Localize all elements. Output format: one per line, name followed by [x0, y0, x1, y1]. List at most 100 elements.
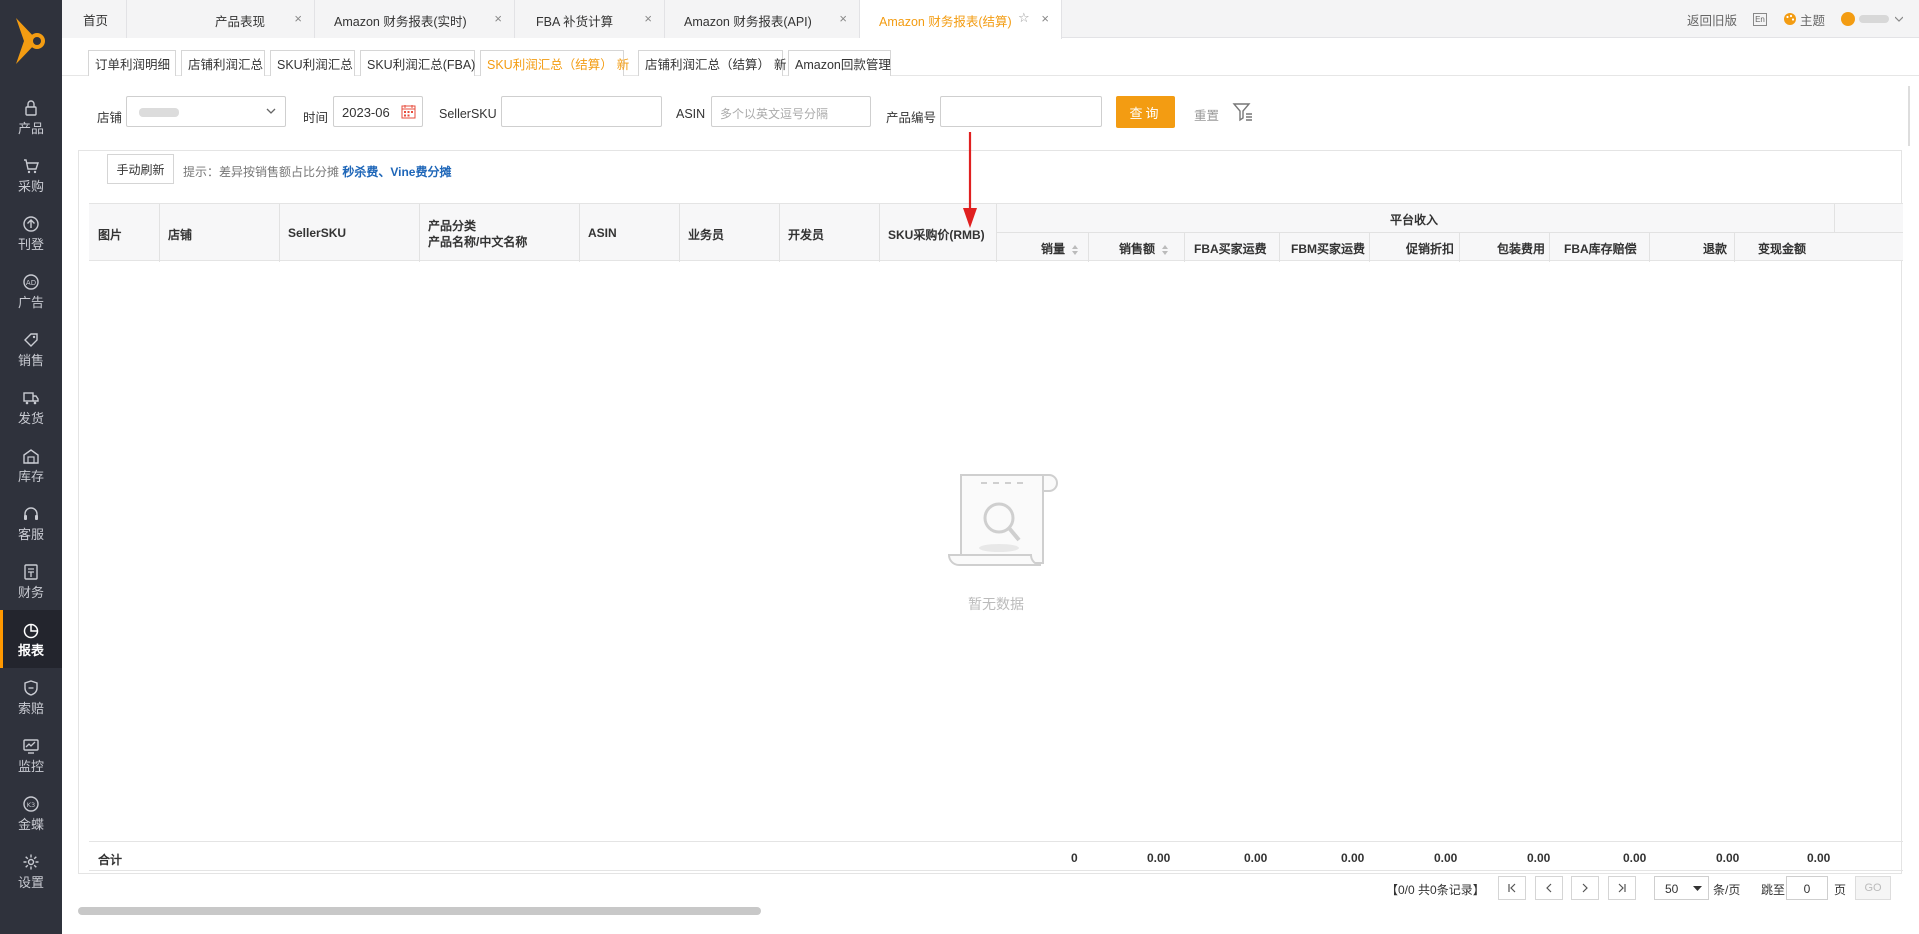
filter-settings-icon[interactable]: [1232, 101, 1254, 123]
sellersku-input[interactable]: [501, 96, 662, 127]
sidebar-item-claims[interactable]: 索赔: [0, 668, 62, 726]
next-page-button[interactable]: [1571, 876, 1599, 900]
sidebar-item-label: 广告: [17, 294, 44, 310]
sidebar-item-sales[interactable]: 销售: [0, 320, 62, 378]
sidebar-item-ads[interactable]: AD 广告: [0, 262, 62, 320]
store-value-redacted: [139, 108, 179, 117]
sidebar-item-shipping[interactable]: 发货: [0, 378, 62, 436]
store-select[interactable]: [126, 96, 286, 127]
reset-button[interactable]: 重置: [1194, 105, 1219, 124]
lock-icon: [22, 99, 40, 117]
subtab-label: 店铺利润汇总（结算）: [645, 58, 771, 72]
upload-icon: [22, 215, 40, 233]
tab-fba-replenishment[interactable]: FBA 补货计算 ×: [515, 0, 665, 38]
tip-highlight-link[interactable]: 秒杀费、Vine费分摊: [342, 165, 451, 179]
col-platform-income: 平台收入: [1390, 213, 1439, 227]
close-icon[interactable]: ×: [494, 12, 502, 26]
col-sales-amount[interactable]: 销售额: [1119, 240, 1169, 257]
col-fba-inventory-comp: FBA库存赔偿: [1564, 242, 1637, 256]
subtab-sku-profit-summary-fba[interactable]: SKU利润汇总(FBA): [360, 50, 475, 76]
col-sales-qty[interactable]: 销量: [1041, 240, 1079, 257]
chevron-down-icon: [1895, 16, 1903, 22]
close-icon[interactable]: ×: [644, 12, 652, 26]
first-page-button[interactable]: [1498, 876, 1526, 900]
last-page-button[interactable]: [1608, 876, 1636, 900]
col-packaging-fee: 包装费用: [1497, 242, 1546, 256]
sellersku-label: SellerSKU: [439, 107, 497, 121]
total-packaging-fee: 0.00: [1527, 851, 1551, 865]
truck-icon: [22, 389, 40, 407]
calendar-icon: [401, 105, 416, 119]
old-version-link[interactable]: 返回旧版: [1687, 10, 1737, 29]
sidebar-item-finance[interactable]: 财务: [0, 552, 62, 610]
asin-input[interactable]: 多个以英文逗号分隔: [711, 96, 871, 127]
user-menu[interactable]: [1841, 12, 1903, 26]
tab-amazon-finance-realtime[interactable]: Amazon 财务报表(实时) ×: [315, 0, 515, 38]
total-sales-amount: 0.00: [1147, 851, 1171, 865]
month-picker[interactable]: 2023-06: [333, 96, 423, 127]
sidebar-item-label: 产品: [17, 120, 44, 136]
tab-amazon-finance-settlement[interactable]: Amazon 财务报表(结算) ☆ ×: [860, 0, 1062, 39]
sidebar-item-monitor[interactable]: 监控: [0, 726, 62, 784]
user-avatar-icon: [1841, 12, 1855, 26]
col-product-name: 产品名称/中文名称: [428, 235, 528, 249]
subtab-store-profit-settlement[interactable]: 店铺利润汇总（结算） 新: [638, 50, 787, 76]
sidebar-item-listing[interactable]: 刊登: [0, 204, 62, 262]
horizontal-scrollbar[interactable]: [78, 907, 761, 915]
manual-refresh-button[interactable]: 手动刷新: [107, 154, 174, 184]
subtab-label: SKU利润汇总（结算）: [487, 58, 613, 72]
subtab-sku-profit-summary[interactable]: SKU利润汇总: [270, 50, 355, 76]
tab-amazon-finance-api[interactable]: Amazon 财务报表(API) ×: [665, 0, 860, 38]
col-fba-buyer-shipping: FBA买家运费: [1194, 242, 1267, 256]
total-liquidation: 0.00: [1807, 851, 1831, 865]
table-header: 图片 店铺 SellerSKU 产品分类 产品名称/中文名称 ASIN 业务员 …: [89, 203, 1903, 262]
sidebar-item-service[interactable]: 客服: [0, 494, 62, 552]
col-asin: ASIN: [588, 226, 617, 240]
go-button[interactable]: GO: [1855, 876, 1891, 900]
page-size-select[interactable]: 50: [1654, 876, 1709, 900]
language-toggle[interactable]: En: [1752, 12, 1767, 26]
total-fba-inventory-comp: 0.00: [1623, 851, 1647, 865]
theme-button[interactable]: 主题: [1783, 10, 1825, 29]
close-icon[interactable]: ×: [1041, 12, 1049, 26]
subtab-label: SKU利润汇总: [277, 58, 353, 72]
tag-icon: [22, 331, 40, 349]
close-icon[interactable]: ×: [294, 12, 302, 26]
app-logo[interactable]: [12, 16, 50, 66]
sidebar-item-product[interactable]: 产品: [0, 88, 62, 146]
query-button[interactable]: 查询: [1116, 96, 1175, 128]
product-no-input[interactable]: [940, 96, 1102, 127]
sidebar-item-label: 库存: [17, 468, 44, 484]
per-page-label: 条/页: [1713, 883, 1741, 897]
star-icon[interactable]: ☆: [1018, 10, 1030, 26]
cart-icon: [22, 157, 40, 175]
total-sales-qty: 0: [1071, 851, 1078, 865]
theme-label: 主题: [1799, 13, 1825, 28]
col-category: 产品分类: [428, 219, 477, 233]
sidebar-item-purchase[interactable]: 采购: [0, 146, 62, 204]
prev-page-button[interactable]: [1535, 876, 1563, 900]
subtab-order-profit-detail[interactable]: 订单利润明细: [88, 50, 176, 76]
vertical-scrollbar[interactable]: [1908, 86, 1910, 146]
tab-product-performance[interactable]: 产品表现 ×: [127, 0, 315, 38]
time-label: 时间: [303, 111, 329, 125]
jump-page-input[interactable]: 0: [1786, 876, 1828, 900]
sidebar-item-label: 监控: [17, 758, 44, 774]
subtab-amazon-payment[interactable]: Amazon回款管理: [788, 50, 891, 76]
sidebar-item-label: 刊登: [17, 236, 44, 252]
sidebar-item-kingdee[interactable]: K3 金蝶: [0, 784, 62, 842]
close-icon[interactable]: ×: [839, 12, 847, 26]
subtab-store-profit-summary[interactable]: 店铺利润汇总: [181, 50, 265, 76]
col-refund: 退款: [1703, 242, 1728, 256]
sidebar-item-inventory[interactable]: 库存: [0, 436, 62, 494]
no-data-icon: [947, 474, 1058, 566]
subtab-sku-profit-settlement[interactable]: SKU利润汇总（结算） 新: [480, 50, 629, 76]
sidebar-item-label: 索赔: [17, 700, 44, 716]
sidebar-item-reports[interactable]: 报表: [0, 610, 62, 668]
chevron-down-icon: [1693, 886, 1702, 891]
col-purchase-price: SKU采购价(RMB): [888, 228, 985, 242]
monitor-icon: [22, 737, 40, 755]
total-promo-discount: 0.00: [1434, 851, 1458, 865]
tab-home[interactable]: 首页: [62, 0, 127, 38]
sort-icon: [1072, 244, 1079, 255]
